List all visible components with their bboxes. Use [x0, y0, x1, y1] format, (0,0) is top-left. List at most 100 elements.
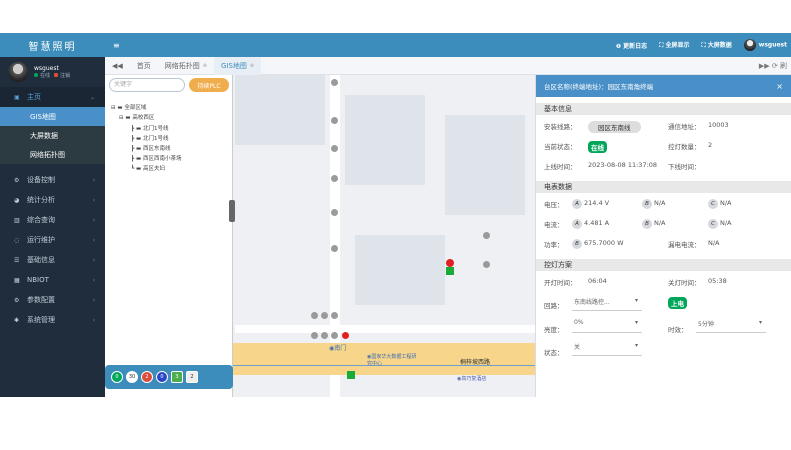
panel-collapse-handle[interactable] — [229, 200, 235, 222]
bigscreen-link[interactable]: ⛶ 大屏数据 — [701, 40, 731, 50]
menu-toggle-icon[interactable]: ≡ — [113, 41, 133, 50]
gis-map[interactable]: ◉南门 ◉国家华大数据工程研究中心 ◉高巧复酒店 桐梓坡西路 关键字 持续PLC… — [105, 75, 791, 397]
loop-select[interactable]: 东南线路控... ▾ — [572, 297, 642, 311]
legend-badge[interactable]: 2 — [186, 371, 198, 383]
chevron-down-icon: ⌄ — [89, 93, 95, 101]
sidebar-item-gis-map[interactable]: GIS地图 — [0, 107, 105, 126]
streetlight-marker[interactable] — [331, 79, 338, 86]
terminal-info-panel: 台区名称(终端地址)：园区东南角终端 × 基本信息 安装线路： 园区东南线 通信… — [535, 75, 791, 397]
tree-leaf[interactable]: ┣ ▬ 北门1号线 — [131, 124, 169, 132]
close-icon[interactable]: ⊗ — [203, 63, 207, 69]
phase-b-icon: B — [572, 239, 582, 249]
sidebar-item-system[interactable]: ✱ 系统管理 ‹ — [0, 310, 105, 330]
streetlight-marker[interactable] — [311, 332, 318, 339]
sidebar-item-basic-info[interactable]: ☰ 基础信息 ‹ — [0, 250, 105, 270]
sidebar-item-query[interactable]: ▥ 综合查询 ‹ — [0, 210, 105, 230]
streetlight-marker[interactable] — [483, 261, 490, 268]
streetlight-marker[interactable] — [331, 117, 338, 124]
sidebar-item-device-control[interactable]: ⚙ 设备控制 ‹ — [0, 170, 105, 190]
tree-leaf[interactable]: ┣ ▬ 西区东南线 — [131, 144, 171, 152]
chevron-left-icon: ‹ — [92, 296, 95, 304]
sidebar-item-label: NBIOT — [27, 276, 49, 284]
fullscreen-link[interactable]: ⛶ 全屏显示 — [659, 40, 689, 50]
terminal-marker[interactable] — [446, 267, 454, 275]
chevron-left-icon: ‹ — [92, 176, 95, 184]
chevron-left-icon: ‹ — [92, 256, 95, 264]
section-plan: 控灯方案 — [536, 259, 791, 271]
sidebar-item-label: 运行维护 — [27, 236, 55, 244]
online-dot-icon — [34, 73, 38, 77]
user-panel: wsguest 在线 注销 — [0, 57, 105, 87]
info-row: 状态： 关 ▾ — [536, 339, 791, 361]
streetlight-marker[interactable] — [331, 209, 338, 216]
sidebar-item-label: 综合查询 — [27, 216, 55, 224]
tab-gis-map[interactable]: GIS地图 ⊗ — [213, 56, 262, 75]
sidebar-item-maintenance[interactable]: ◌ 运行维护 ‹ — [0, 230, 105, 250]
sidebar-item-home[interactable]: ▣ 主页 ⌄ — [0, 87, 105, 107]
streetlight-marker[interactable] — [331, 175, 338, 182]
streetlight-marker[interactable] — [331, 245, 338, 252]
streetlight-marker[interactable] — [311, 312, 318, 319]
streetlight-marker[interactable] — [321, 332, 328, 339]
top-header: ≡ ❶ 更新日志 ⛶ 全屏显示 ⛶ 大屏数据 wsguest — [105, 33, 791, 57]
legend-badge[interactable]: 2 — [141, 371, 153, 383]
streetlight-marker[interactable] — [331, 312, 338, 319]
changelog-link[interactable]: ❶ 更新日志 — [616, 41, 647, 50]
sidebar-item-nbiot[interactable]: ▦ NBIOT ‹ — [0, 270, 105, 290]
info-row: 上线时间： 2023-08-08 11:37:08 下线时间： — [544, 161, 701, 171]
control-count-value: 2 — [708, 141, 713, 149]
power-on-button[interactable]: 上电 — [668, 297, 687, 309]
plc-button[interactable]: 持续PLC — [189, 78, 229, 92]
tab-topology[interactable]: 网络拓扑图 ⊗ — [158, 57, 214, 75]
cogs-icon: ⚙ — [14, 296, 20, 304]
streetlight-marker[interactable] — [321, 312, 328, 319]
streetlight-marker[interactable] — [483, 232, 490, 239]
close-icon[interactable]: × — [776, 82, 783, 91]
map-poi-label: ◉高巧复酒店 — [457, 376, 487, 382]
legend-badge[interactable]: 3 — [171, 371, 183, 383]
map-road — [235, 325, 535, 333]
legend-badge[interactable]: 0 — [156, 371, 168, 383]
phase-c-icon: C — [708, 219, 718, 229]
info-row: 电压： A 214.4 V B N/A C N/A — [544, 199, 732, 209]
chevron-left-icon: ‹ — [92, 316, 95, 324]
tab-scroll-left-icon[interactable]: ◀◀ — [105, 57, 130, 75]
state-select[interactable]: 关 ▾ — [572, 342, 642, 356]
tree-node-area[interactable]: ⊟ ▬ 高校西区 — [119, 113, 154, 121]
map-block — [355, 235, 445, 305]
close-icon[interactable]: ⊗ — [250, 63, 254, 69]
section-basic: 基本信息 — [536, 103, 791, 115]
terminal-marker[interactable] — [347, 371, 355, 379]
sidebar-item-big-screen[interactable]: 大屏数据 — [0, 126, 105, 145]
legend-badge[interactable]: 30 — [126, 371, 138, 383]
legend-badge[interactable]: 0 — [111, 371, 123, 383]
sidebar-item-statistics[interactable]: ◕ 统计分析 ‹ — [0, 190, 105, 210]
refresh-icon: ◌ — [14, 236, 20, 244]
terminal-alarm-marker[interactable] — [446, 259, 454, 267]
tab-home[interactable]: 首页 — [130, 57, 158, 75]
tree-leaf[interactable]: ┣ ▬ 西区西南小茶场 — [131, 154, 182, 162]
streetlight-marker[interactable] — [331, 145, 338, 152]
tab-tools[interactable]: ▶▶ ⟳ 刷 — [759, 61, 791, 71]
search-input[interactable]: 关键字 — [109, 78, 185, 92]
logout-link[interactable]: 注销 — [60, 73, 70, 79]
sidebar-item-topology[interactable]: 网络拓扑图 — [0, 145, 105, 164]
streetlight-marker[interactable] — [331, 332, 338, 339]
sidebar-item-label: 参数配置 — [27, 296, 55, 304]
tree-leaf[interactable]: ┣ ▬ 北门1号线 — [131, 134, 169, 142]
brightness-select[interactable]: 0% ▾ — [572, 319, 642, 333]
avatar — [8, 62, 28, 82]
list-icon: ☰ — [14, 256, 20, 264]
tree-node-root[interactable]: ⊟ ▬ 全部区域 — [111, 103, 146, 111]
streetlight-fault-marker[interactable] — [342, 332, 349, 339]
logout-icon[interactable] — [54, 73, 59, 77]
phase-a-icon: A — [572, 219, 582, 229]
phase-a-icon: A — [572, 199, 582, 209]
chevron-down-icon: ▾ — [758, 319, 762, 326]
sidebar-item-params[interactable]: ⚙ 参数配置 ‹ — [0, 290, 105, 310]
tree-leaf[interactable]: ┗ ▬ 高区夫妇 — [131, 164, 165, 172]
duration-select[interactable]: 5分钟 ▾ — [696, 319, 766, 333]
section-electric: 电表数据 — [536, 181, 791, 193]
chevron-left-icon: ‹ — [92, 196, 95, 204]
user-menu[interactable]: wsguest — [743, 39, 787, 51]
